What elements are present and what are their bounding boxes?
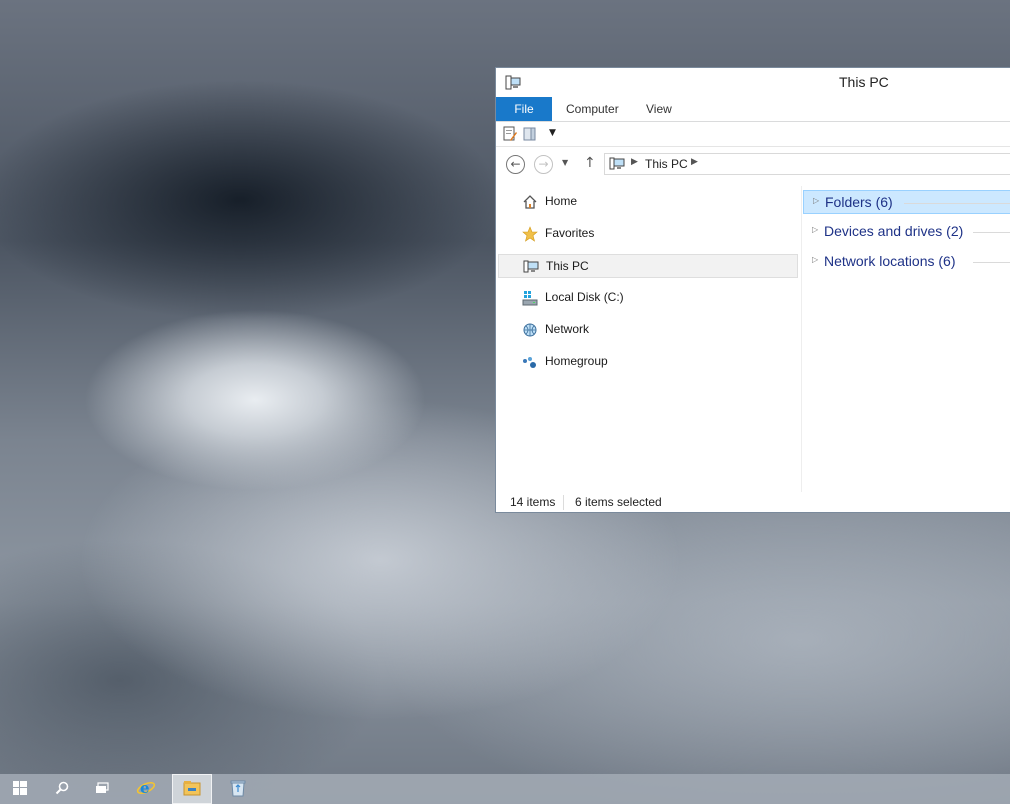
breadcrumb-separator-icon[interactable]: ▶ [691,157,698,167]
status-bar: 14 items 6 items selected [496,492,1010,514]
home-icon [522,194,538,210]
group-separator-line [904,203,1010,204]
star-icon [522,226,538,242]
new-folder-icon[interactable] [522,126,538,145]
internet-explorer-icon: e [136,778,156,801]
status-item-count: 14 items [510,495,556,509]
address-bar[interactable]: ▶ This PC ▶ [604,153,1010,175]
nav-item-homegroup[interactable]: Homegroup [498,350,798,374]
taskbar: e [0,774,1010,804]
tab-computer[interactable]: Computer [566,97,619,121]
ribbon-tabs: File Computer View [496,97,1010,122]
nav-item-favorites[interactable]: Favorites [498,222,798,246]
explorer-window: This PC File Computer View ▼ ← → ▼ ↑ ▶ T… [495,67,1010,513]
task-view-icon [95,781,109,797]
status-divider [563,495,564,510]
recent-locations-dropdown-icon[interactable]: ▼ [562,158,568,167]
group-header-folders[interactable]: ▷ Folders (6) [803,190,1010,214]
drive-icon [522,290,538,306]
chevron-right-icon[interactable]: ▷ [813,196,819,205]
start-button[interactable] [0,774,40,804]
homegroup-icon [522,354,538,370]
svg-text:e: e [140,779,150,797]
group-separator-line [973,232,1010,233]
group-header-network-locations[interactable]: ▷ Network locations (6) [803,250,1010,274]
up-arrow-icon[interactable]: ↑ [584,155,596,171]
computer-icon [609,157,625,174]
breadcrumb-separator-icon[interactable]: ▶ [631,157,638,167]
nav-item-this-pc[interactable]: This PC [498,254,798,278]
computer-icon [523,259,539,275]
group-header-devices-and-drives[interactable]: ▷ Devices and drives (2) [803,220,1010,244]
tab-view[interactable]: View [646,97,672,121]
title-bar[interactable]: This PC [496,68,1010,97]
task-view-button[interactable] [82,774,122,804]
window-title: This PC [839,74,889,90]
quick-access-toolbar: ▼ [496,122,1010,147]
chevron-right-icon[interactable]: ▷ [812,255,818,264]
navigation-pane: Home Favorites This PC Local Disk (C:) N… [496,186,800,492]
nav-item-home[interactable]: Home [498,190,798,214]
file-explorer-button[interactable] [172,774,212,804]
computer-icon[interactable] [505,75,521,94]
start-windows-icon [13,780,27,798]
address-row: ← → ▼ ↑ ▶ This PC ▶ [496,148,1010,180]
properties-icon[interactable] [502,126,518,145]
back-arrow-icon[interactable]: ← [506,155,525,174]
pane-divider[interactable] [801,186,802,492]
chevron-right-icon[interactable]: ▷ [812,225,818,234]
network-icon [522,322,538,338]
nav-item-local-disk[interactable]: Local Disk (C:) [498,286,798,310]
customize-dropdown-icon[interactable]: ▼ [549,128,556,138]
recycle-bin-button[interactable] [218,774,258,804]
internet-explorer-button[interactable]: e [126,774,166,804]
breadcrumb-this-pc[interactable]: This PC [645,157,688,171]
nav-item-network[interactable]: Network [498,318,798,342]
tab-file[interactable]: File [496,97,552,121]
recycle-bin-icon [230,779,246,800]
search-icon [55,781,69,798]
group-separator-line [973,262,1010,263]
forward-arrow-icon[interactable]: → [534,155,553,174]
status-selection-count: 6 items selected [575,495,662,509]
search-button[interactable] [42,774,82,804]
file-explorer-icon [183,780,201,799]
